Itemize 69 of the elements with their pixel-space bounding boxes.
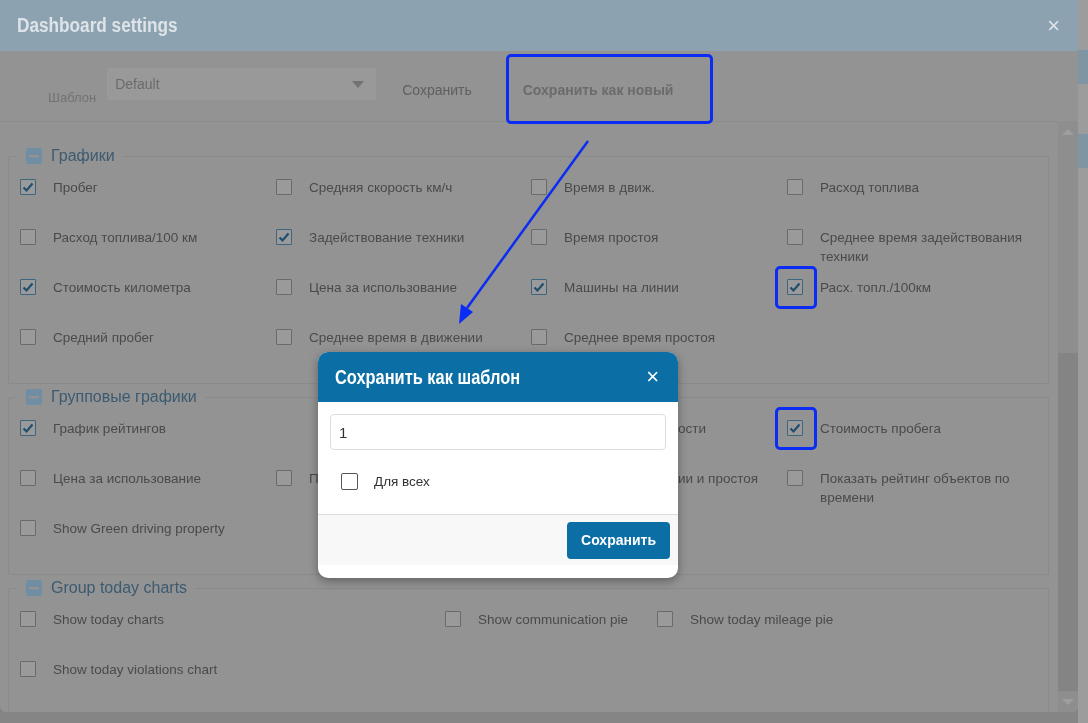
option-label: П <box>309 470 320 488</box>
option-label: График рейтингов <box>53 420 167 438</box>
option-label: ости <box>678 421 706 436</box>
checkbox[interactable] <box>531 279 547 295</box>
window-title: Dashboard settings <box>17 14 178 37</box>
close-button[interactable]: × <box>1047 14 1060 37</box>
option-label: Расход топлива <box>820 179 921 197</box>
checkbox[interactable] <box>531 229 547 245</box>
checkbox[interactable] <box>276 329 292 345</box>
checkbox[interactable] <box>20 420 36 436</box>
save-button[interactable]: Сохранить <box>567 521 670 559</box>
option-label: Стоимость километра <box>53 279 192 297</box>
option-label: Show Green driving property <box>53 520 226 538</box>
checkbox[interactable] <box>276 470 292 486</box>
group-title: Group today charts <box>51 579 188 597</box>
option-label: Стоимость пробега <box>820 420 942 438</box>
dialog-title: Сохранить как шаблон <box>335 365 521 389</box>
option-label: Расх. топл./100км <box>820 279 932 297</box>
checkbox[interactable] <box>787 470 803 486</box>
checkbox[interactable] <box>20 611 36 627</box>
option-label: Show communication pie <box>478 611 630 629</box>
checkbox[interactable] <box>341 473 358 490</box>
option-label: Среднее время задействования техники <box>820 229 1024 266</box>
option-label: Show today violations chart <box>53 661 219 679</box>
caret-icon <box>352 80 365 88</box>
scrollbar[interactable] <box>1058 121 1078 712</box>
collapse-icon[interactable] <box>26 580 42 596</box>
option-label: Цена за использование <box>53 470 202 488</box>
option-label: Для всех <box>374 474 430 489</box>
checkbox[interactable] <box>787 420 803 436</box>
option-label: Показать рейтинг объектов по времени <box>820 470 1011 507</box>
close-button[interactable]: × <box>646 366 659 388</box>
collapse-icon[interactable] <box>26 389 42 405</box>
checkbox[interactable] <box>20 179 36 195</box>
checkbox[interactable] <box>787 279 803 295</box>
option-label: Средняя скорость км/ч <box>309 179 454 197</box>
group-title: Графики <box>51 147 115 165</box>
checkbox[interactable] <box>787 179 803 195</box>
checkbox[interactable] <box>276 179 292 195</box>
checkbox[interactable] <box>20 329 36 345</box>
checkbox[interactable] <box>445 611 461 627</box>
checkbox[interactable] <box>787 229 803 245</box>
template-name-field[interactable]: 1 <box>330 414 666 450</box>
checkbox[interactable] <box>276 229 292 245</box>
option-label: Show today charts <box>53 611 166 629</box>
option-label: Show today mileage pie <box>690 611 835 629</box>
option-label: Среднее время простоя <box>564 329 717 347</box>
option-label: Цена за использование <box>309 279 458 297</box>
option-label: Расход топлива/100 км <box>53 229 199 247</box>
checkbox[interactable] <box>20 279 36 295</box>
option-label: Средний пробег <box>53 329 155 347</box>
checkbox[interactable] <box>20 520 36 536</box>
group-title: Групповые графики <box>51 388 197 406</box>
option-label: Пробег <box>53 179 99 197</box>
checkbox[interactable] <box>531 329 547 345</box>
option-label: Среднее время в движении <box>309 329 484 347</box>
checkbox[interactable] <box>20 229 36 245</box>
checkbox[interactable] <box>657 611 673 627</box>
scroll-thumb[interactable] <box>1058 353 1078 691</box>
checkbox[interactable] <box>531 179 547 195</box>
checkbox[interactable] <box>276 279 292 295</box>
option-label: Машины на линии <box>564 279 680 297</box>
option-label: Задействование техники <box>309 229 466 247</box>
checkbox[interactable] <box>20 661 36 677</box>
checkbox[interactable] <box>20 470 36 486</box>
option-label: Время в движ. <box>564 179 656 197</box>
collapse-icon[interactable] <box>26 148 42 164</box>
option-label: ии и простоя <box>678 471 759 486</box>
option-label: Время простоя <box>564 229 660 247</box>
